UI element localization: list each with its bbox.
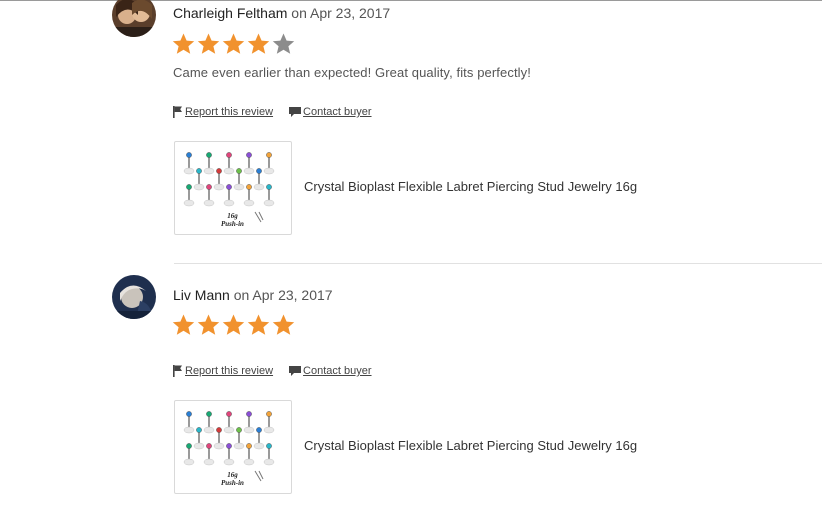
product-title-link[interactable]: Crystal Bioplast Flexible Labret Piercin… [304, 438, 637, 453]
review-text: Came even earlier than expected! Great q… [173, 65, 531, 80]
report-review-label: Report this review [185, 365, 274, 377]
contact-buyer-link[interactable]: Contact buyer [289, 106, 372, 118]
review-date-prefix: on [291, 5, 307, 21]
review-date: Apr 23, 2017 [309, 5, 391, 21]
report-review-link[interactable]: Report this review [173, 106, 273, 118]
product-thumbnail[interactable]: 16g Push-in [174, 141, 292, 235]
review-divider [174, 263, 822, 264]
star-filled-icon [171, 313, 196, 337]
flag-icon [173, 106, 182, 118]
star-filled-icon [221, 32, 246, 56]
review-date: Apr 23, 2017 [252, 287, 333, 303]
report-review-link[interactable]: Report this review [173, 365, 273, 377]
message-icon [289, 365, 302, 376]
message-icon [289, 106, 302, 117]
review-header: Liv Mann on Apr 23, 2017 [173, 287, 333, 303]
product-thumbnail[interactable]: 16g Push-in [174, 400, 292, 494]
star-filled-icon [221, 313, 246, 337]
review-actions: Report this review Contact buyer [173, 106, 372, 118]
star-rating [171, 313, 296, 337]
review-item: Charleigh Feltham on Apr 23, 2017 Came e… [0, 0, 822, 240]
review-date-prefix: on [233, 287, 250, 303]
product-image-caption: 16g Push-in [221, 471, 244, 487]
contact-buyer-label: Contact buyer [303, 106, 372, 118]
review-item: Liv Mann on Apr 23, 2017 Report this rev… [0, 268, 822, 507]
contact-buyer-link[interactable]: Contact buyer [289, 365, 372, 377]
product-image-caption: 16g Push-in [221, 212, 244, 228]
star-filled-icon [171, 32, 196, 56]
review-header: Charleigh Feltham on Apr 23, 2017 [173, 5, 390, 21]
star-filled-icon [271, 313, 296, 337]
reviewer-avatar[interactable] [112, 275, 156, 319]
star-filled-icon [246, 313, 271, 337]
product-title-link[interactable]: Crystal Bioplast Flexible Labret Piercin… [304, 179, 637, 194]
reviewer-name[interactable]: Charleigh Feltham [173, 5, 287, 21]
flag-icon [173, 365, 182, 377]
star-rating [171, 32, 296, 56]
star-filled-icon [196, 313, 221, 337]
star-filled-icon [196, 32, 221, 56]
report-review-label: Report this review [185, 106, 274, 118]
review-actions: Report this review Contact buyer [173, 365, 372, 377]
reviewer-name[interactable]: Liv Mann [173, 287, 230, 303]
star-filled-icon [246, 32, 271, 56]
contact-buyer-label: Contact buyer [303, 365, 372, 377]
star-empty-icon [271, 32, 296, 56]
reviewer-avatar[interactable] [112, 0, 156, 37]
